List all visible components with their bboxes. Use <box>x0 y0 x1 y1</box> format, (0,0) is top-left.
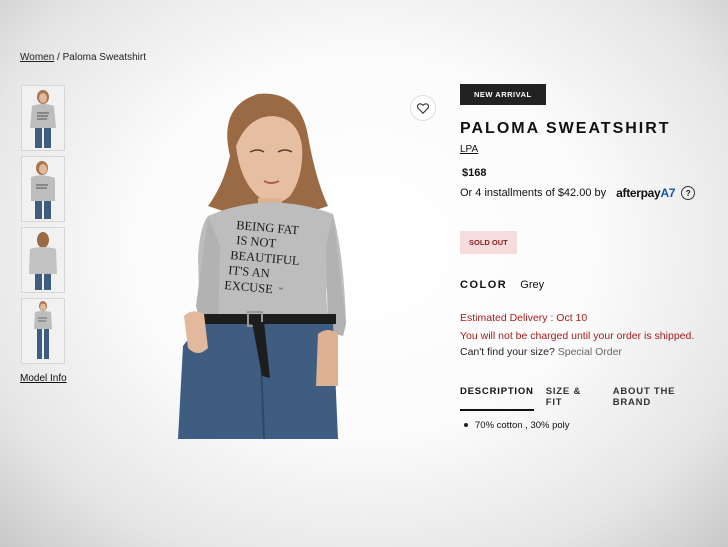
thumbnail-full[interactable] <box>21 298 65 364</box>
help-icon[interactable]: ? <box>681 186 696 200</box>
tab-size-fit[interactable]: SIZE & FIT <box>546 386 601 411</box>
heart-icon <box>417 102 429 114</box>
afterpay-logo[interactable]: afterpayA7 <box>616 186 675 200</box>
breadcrumb-separator: / <box>54 52 63 63</box>
tab-about-brand[interactable]: ABOUT THE BRAND <box>613 386 716 411</box>
color-value: Grey <box>520 279 545 291</box>
new-arrival-badge: NEW ARRIVAL <box>460 84 546 105</box>
breadcrumb-women-link[interactable]: Women <box>20 52 54 63</box>
description-list: 70% cotton , 30% poly <box>464 420 570 431</box>
tab-description[interactable]: DESCRIPTION <box>460 386 534 411</box>
product-tabs: DESCRIPTION SIZE & FIT ABOUT THE BRAND <box>460 386 728 411</box>
product-image: BEING FAT IS NOT BEAUTIFUL IT'S AN EXCUS… <box>178 86 354 439</box>
breadcrumb: Women / Paloma Sweatshirt <box>20 52 146 63</box>
model-info-link[interactable]: Model Info <box>20 373 67 384</box>
installments-text: Or 4 installments of $42.00 by <box>460 187 607 199</box>
color-label: COLOR <box>460 279 508 291</box>
brand-link[interactable]: LPA <box>460 144 478 155</box>
afterpay-logo-text: afterpay <box>616 186 661 200</box>
size-question-text: Can't find your size? <box>460 346 555 358</box>
bullet-icon <box>464 423 468 428</box>
thumbnail-side[interactable] <box>21 156 65 222</box>
wishlist-button[interactable] <box>410 95 436 121</box>
product-title: PALOMA SWEATSHIRT <box>460 120 671 137</box>
thumbnail-list <box>21 85 65 369</box>
shirt-brand-mark: ™ <box>278 287 283 293</box>
product-price: $168 <box>462 167 487 179</box>
special-order-link[interactable]: Special Order <box>558 346 622 358</box>
charge-notice: You will not be charged until your order… <box>460 330 695 342</box>
list-item: 70% cotton , 30% poly <box>464 420 570 431</box>
estimated-delivery: Estimated Delivery : Oct 10 <box>460 312 588 324</box>
installments-row: Or 4 installments of $42.00 by afterpayA… <box>460 186 696 200</box>
size-question: Can't find your size? Special Order <box>460 346 622 358</box>
sold-out-badge: SOLD OUT <box>460 231 517 254</box>
thumbnail-back[interactable] <box>21 227 65 293</box>
breadcrumb-current: Paloma Sweatshirt <box>62 52 146 63</box>
thumbnail-front[interactable] <box>21 85 65 151</box>
afterpay-logo-mark: A7 <box>660 186 676 200</box>
list-item-text: 70% cotton , 30% poly <box>475 420 570 431</box>
color-row: COLOR Grey <box>460 279 544 291</box>
